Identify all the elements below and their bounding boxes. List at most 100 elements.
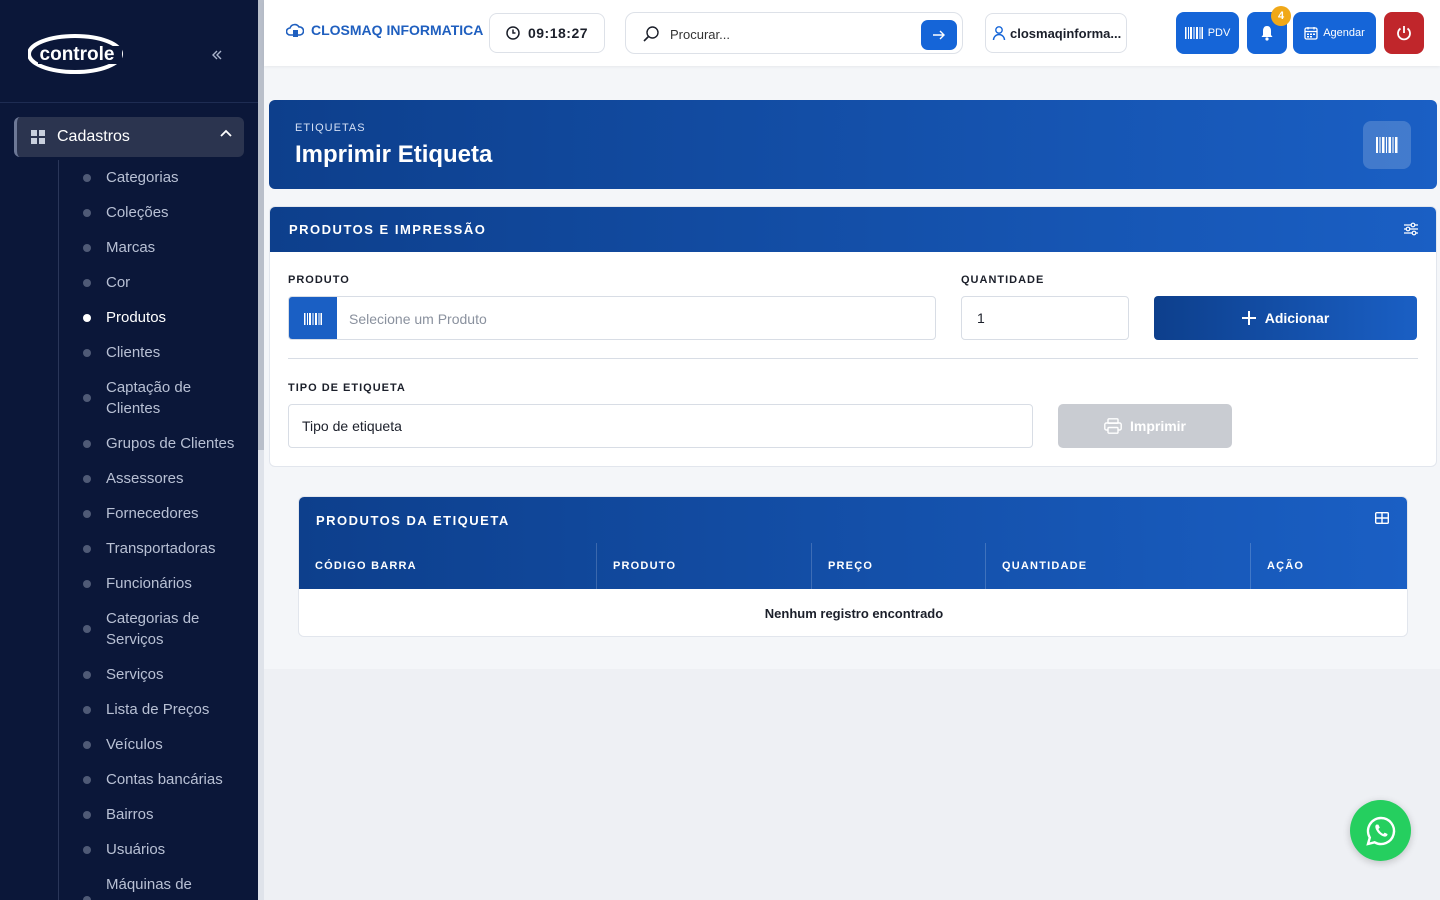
barcode-icon <box>1184 27 1203 39</box>
company-label: CLOSMAQ INFORMATICA <box>311 22 484 38</box>
sidebar-item-maquinas[interactable]: Máquinas de <box>59 874 258 900</box>
sidebar-group-label: Cadastros <box>57 128 130 145</box>
sidebar-item-categorias[interactable]: Categorias <box>59 167 258 188</box>
bullet-icon <box>83 208 91 217</box>
sidebar-item-assessores[interactable]: Assessores <box>59 468 258 489</box>
sidebar-item-bairros[interactable]: Bairros <box>59 804 258 825</box>
column-quantidade[interactable]: QUANTIDADE <box>986 543 1251 589</box>
printer-icon <box>1104 418 1122 434</box>
bullet-icon <box>83 705 91 714</box>
tipo-etiqueta-value: Tipo de etiqueta <box>302 418 402 434</box>
table-icon[interactable] <box>1375 512 1389 524</box>
collapse-sidebar-icon[interactable] <box>210 46 224 67</box>
sidebar-item-colecoes[interactable]: Coleções <box>59 202 258 223</box>
pdv-label: PDV <box>1207 27 1231 39</box>
barcode-scan-button[interactable] <box>289 297 337 339</box>
sidebar-item-label: Assessores <box>106 470 184 487</box>
plus-icon <box>1241 311 1256 325</box>
sidebar-item-label: Funcionários <box>106 575 192 592</box>
tipo-etiqueta-label: TIPO DE ETIQUETA <box>288 382 406 394</box>
pdv-button[interactable]: PDV <box>1176 12 1239 54</box>
bullet-icon <box>83 173 91 182</box>
tipo-etiqueta-select[interactable]: Tipo de etiqueta <box>288 404 1033 448</box>
produto-label: PRODUTO <box>288 274 350 286</box>
sidebar-item-funcionarios[interactable]: Funcionários <box>59 573 258 594</box>
bullet-icon <box>83 474 91 483</box>
empty-state: Nenhum registro encontrado <box>764 605 944 621</box>
sidebar-item-contas-bancarias[interactable]: Contas bancárias <box>59 769 258 790</box>
search-input[interactable] <box>670 23 910 45</box>
sliders-icon[interactable] <box>1404 222 1418 236</box>
notifications-badge: 4 <box>1271 6 1291 26</box>
sidebar-item-label: Usuários <box>106 841 166 858</box>
bullet-icon <box>83 394 91 402</box>
clock: 09:18:27 <box>489 13 605 53</box>
produto-input[interactable] <box>349 309 909 329</box>
user-menu[interactable]: closmaqinforma... <box>985 13 1127 53</box>
barcode-badge <box>1363 121 1411 169</box>
sidebar-item-servicos[interactable]: Serviços <box>59 664 258 685</box>
sidebar-item-fornecedores[interactable]: Fornecedores <box>59 503 258 524</box>
produtos-impressao-card: PRODUTOS E IMPRESSÃO PRODUTO QUANTIDADE … <box>269 206 1437 467</box>
bullet-icon <box>83 243 91 252</box>
column-preco[interactable]: PREÇO <box>812 543 986 589</box>
bullet-icon <box>83 625 91 633</box>
card-header: PRODUTOS DA ETIQUETA <box>299 497 1407 543</box>
bullet-icon <box>83 278 91 287</box>
controle-logo: controle <box>28 34 123 74</box>
sidebar-item-produtos[interactable]: Produtos <box>59 307 258 328</box>
sidebar-item-label: Serviços <box>106 666 164 683</box>
bell-icon <box>1261 26 1273 41</box>
chevron-up-icon <box>220 129 232 137</box>
card-title: PRODUTOS DA ETIQUETA <box>316 512 510 528</box>
sidebar-item-label: Categorias de Serviços <box>106 610 200 648</box>
sidebar-item-marcas[interactable]: Marcas <box>59 237 258 258</box>
sidebar-item-cor[interactable]: Cor <box>59 272 258 293</box>
bullet-icon <box>83 348 91 357</box>
column-acao[interactable]: AÇÃO <box>1251 543 1407 589</box>
sidebar-item-clientes[interactable]: Clientes <box>59 342 258 363</box>
content-background <box>264 669 1440 900</box>
agendar-button[interactable]: Agendar <box>1293 12 1376 54</box>
sidebar-item-usuarios[interactable]: Usuários <box>59 839 258 860</box>
sidebar-item-grupos-clientes[interactable]: Grupos de Clientes <box>59 433 258 454</box>
barcode-icon <box>304 313 322 325</box>
whatsapp-button[interactable] <box>1350 800 1411 861</box>
sidebar-item-lista-precos[interactable]: Lista de Preços <box>59 699 258 720</box>
company-name: CLOSMAQ INFORMATICA <box>286 22 483 38</box>
adicionar-button[interactable]: Adicionar <box>1154 296 1417 340</box>
column-produto[interactable]: PRODUTO <box>597 543 812 589</box>
bullet-icon <box>83 740 91 749</box>
imprimir-button[interactable]: Imprimir <box>1058 404 1232 448</box>
user-icon <box>992 26 1006 41</box>
search-submit-button[interactable] <box>921 20 957 50</box>
agendar-label: Agendar <box>1323 27 1365 39</box>
sidebar-item-captacao-clientes[interactable]: Captação de Clientes <box>59 377 258 419</box>
sidebar-item-label: Coleções <box>106 204 169 221</box>
power-icon <box>1397 26 1411 41</box>
search-icon <box>643 26 659 42</box>
sidebar-item-categorias-servicos[interactable]: Categorias de Serviços <box>59 608 258 650</box>
sidebar-item-veiculos[interactable]: Veículos <box>59 734 258 755</box>
clock-time: 09:18:27 <box>527 25 589 41</box>
sidebar-item-label: Marcas <box>106 239 156 256</box>
divider <box>288 358 1418 359</box>
bullet-icon <box>83 439 91 448</box>
sidebar-item-transportadoras[interactable]: Transportadoras <box>59 538 258 559</box>
quantidade-input[interactable] <box>961 296 1129 340</box>
sidebar-item-label: Cor <box>106 274 131 291</box>
column-codigo-barra[interactable]: CÓDIGO BARRA <box>299 543 597 589</box>
sidebar-scrollbar-thumb[interactable] <box>258 0 264 450</box>
adicionar-label: Adicionar <box>1264 310 1330 326</box>
grid-icon <box>31 130 45 144</box>
user-name: closmaqinforma... <box>1010 25 1122 41</box>
sidebar-group-cadastros[interactable]: Cadastros <box>14 117 244 157</box>
sidebar-item-label: Lista de Preços <box>106 701 210 718</box>
topbar: CLOSMAQ INFORMATICA 09:18:27 closmaqinfo… <box>264 0 1440 66</box>
page-title: Imprimir Etiqueta <box>295 141 493 168</box>
bullet-icon <box>83 579 91 588</box>
card-title: PRODUTOS E IMPRESSÃO <box>289 222 487 237</box>
page-header: ETIQUETAS Imprimir Etiqueta <box>269 100 1437 189</box>
logout-button[interactable] <box>1384 12 1424 54</box>
search-box <box>625 12 963 54</box>
